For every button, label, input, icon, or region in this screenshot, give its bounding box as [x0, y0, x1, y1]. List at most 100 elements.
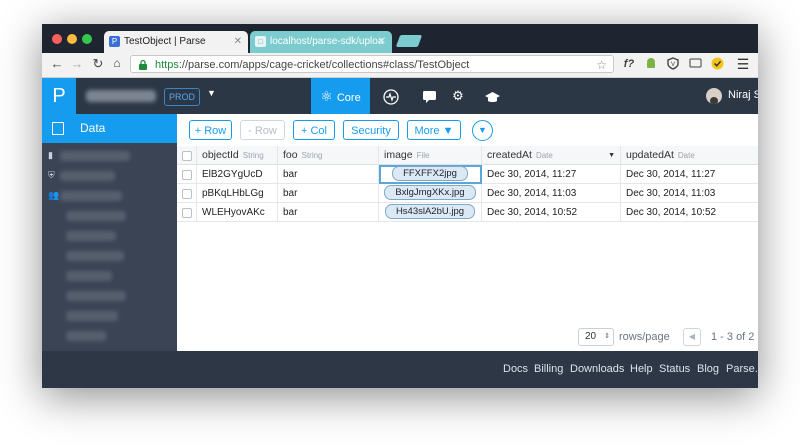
browser-tab-localhost[interactable]: □ localhost/parse-sdk/uploa ✕ — [250, 31, 392, 53]
column-name: updatedAt — [626, 149, 674, 161]
cell-createdat[interactable]: Dec 30, 2014, 11:27 — [482, 165, 621, 184]
footer-link-blog[interactable]: Blog — [697, 363, 719, 375]
menu-icon[interactable]: ☰ — [736, 57, 750, 71]
security-button[interactable]: Security — [343, 120, 399, 140]
class-item-redacted[interactable] — [60, 191, 122, 201]
home-icon[interactable]: ⌂ — [108, 56, 126, 70]
footer-link-parse[interactable]: Parse. — [726, 363, 758, 375]
cell-updatedat[interactable]: Dec 30, 2014, 11:27 — [621, 165, 758, 184]
reload-icon[interactable]: ↻ — [89, 56, 107, 72]
column-name: image — [384, 149, 413, 161]
atom-icon: ⚛ — [320, 88, 333, 104]
column-header-foo[interactable]: foo String — [278, 146, 379, 165]
class-item-redacted[interactable] — [60, 151, 130, 161]
row-checkbox[interactable] — [182, 208, 192, 218]
cell-image[interactable]: FFXFFX2jpg — [379, 165, 482, 184]
filter-icon[interactable]: ▼ — [472, 120, 493, 141]
row-checkbox[interactable] — [182, 189, 192, 199]
row-select-cell — [177, 184, 197, 203]
remove-row-button[interactable]: - Row — [240, 120, 285, 140]
footer-link-status[interactable]: Status — [659, 363, 690, 375]
cell-updatedat[interactable]: Dec 30, 2014, 10:52 — [621, 203, 758, 222]
app-switcher-caret-icon[interactable]: ▼ — [207, 88, 216, 98]
row-select-cell — [177, 203, 197, 222]
add-row-button[interactable]: + Row — [189, 120, 232, 140]
footer-link-docs[interactable]: Docs — [503, 363, 528, 375]
cell-createdat[interactable]: Dec 30, 2014, 10:52 — [482, 203, 621, 222]
parse-favicon-icon: P — [109, 36, 120, 47]
cell-image[interactable]: BxlgJmgXKx.jpg — [379, 184, 482, 203]
select-all-checkbox[interactable] — [182, 151, 192, 161]
cell-foo[interactable]: bar — [278, 165, 379, 184]
column-header-objectid[interactable]: objectId String — [197, 146, 278, 165]
row-select-cell — [177, 165, 197, 184]
cell-objectid[interactable]: ElB2GYgUcD — [197, 165, 278, 184]
row-checkbox[interactable] — [182, 170, 192, 180]
mobile-device-icon[interactable]: ▮ — [48, 150, 53, 161]
cell-createdat[interactable]: Dec 30, 2014, 11:03 — [482, 184, 621, 203]
class-item-redacted[interactable] — [66, 311, 118, 321]
back-arrow-icon[interactable]: ← — [48, 56, 66, 71]
table-row[interactable]: pBKqLHbLGg bar BxlgJmgXKx.jpg Dec 30, 20… — [177, 184, 758, 203]
rows-per-page-select[interactable]: 20 ⇕ — [578, 328, 614, 346]
class-item-redacted[interactable] — [66, 231, 116, 241]
class-item-redacted[interactable] — [66, 291, 126, 301]
environment-badge: PROD — [164, 88, 200, 106]
settings-gear-icon[interactable]: ⚙ — [443, 78, 473, 114]
column-header-updatedat[interactable]: updatedAt Date — [621, 146, 758, 165]
app-name-redacted[interactable] — [86, 90, 156, 102]
new-tab-button[interactable] — [395, 35, 423, 47]
tab-strip: P TestObject | Parse ✕ □ localhost/parse… — [42, 24, 758, 53]
push-notification-icon[interactable] — [414, 78, 444, 114]
sidebar-item-data[interactable]: Data — [42, 114, 177, 143]
column-header-image[interactable]: image File — [379, 146, 482, 165]
more-button[interactable]: More ▼ — [407, 120, 461, 140]
parse-logo[interactable]: P — [42, 78, 76, 114]
table-row[interactable]: ElB2GYgUcD bar FFXFFX2jpg Dec 30, 2014, … — [177, 165, 758, 184]
close-window-button[interactable] — [52, 34, 62, 44]
cell-objectid[interactable]: pBKqLHbLGg — [197, 184, 278, 203]
extension-f-icon[interactable]: f? — [622, 57, 636, 71]
footer-link-help[interactable]: Help — [630, 363, 653, 375]
shield-icon[interactable]: V — [666, 57, 680, 71]
check-icon[interactable] — [710, 57, 724, 71]
table-row[interactable]: WLEHyovAKc bar Hs43slA2bU.jpg Dec 30, 20… — [177, 203, 758, 222]
nav-tab-label: Core — [336, 92, 361, 104]
add-column-button[interactable]: + Col — [293, 120, 335, 140]
shield-small-icon[interactable]: ⛨ — [48, 170, 55, 181]
cell-foo[interactable]: bar — [278, 203, 379, 222]
file-pill[interactable]: FFXFFX2jpg — [392, 166, 468, 181]
browser-window: P TestObject | Parse ✕ □ localhost/parse… — [42, 24, 758, 388]
forward-arrow-icon[interactable]: → — [68, 56, 86, 71]
nav-tab-core[interactable]: ⚛ Core — [311, 78, 370, 114]
cell-image[interactable]: Hs43slA2bU.jpg — [379, 203, 482, 222]
minimize-window-button[interactable] — [67, 34, 77, 44]
android-icon[interactable] — [644, 57, 658, 71]
column-header-createdat[interactable]: createdAt Date ▼ — [482, 146, 621, 165]
file-pill[interactable]: Hs43slA2bU.jpg — [384, 204, 476, 219]
zoom-window-button[interactable] — [82, 34, 92, 44]
cell-updatedat[interactable]: Dec 30, 2014, 11:03 — [621, 184, 758, 203]
footer-link-downloads[interactable]: Downloads — [570, 363, 624, 375]
close-tab-icon[interactable]: ✕ — [378, 31, 386, 53]
class-item-redacted[interactable] — [66, 271, 112, 281]
class-item-redacted[interactable] — [66, 251, 124, 261]
docs-mortarboard-icon[interactable] — [477, 78, 507, 114]
sidebar: Data ▮ ⛨ 👥 — [42, 114, 177, 351]
users-icon[interactable]: 👥 — [48, 190, 59, 201]
previous-page-button[interactable]: ◀ — [683, 328, 701, 346]
cell-objectid[interactable]: WLEHyovAKc — [197, 203, 278, 222]
close-tab-icon[interactable]: ✕ — [234, 31, 242, 53]
file-pill[interactable]: BxlgJmgXKx.jpg — [384, 185, 476, 200]
bookmark-star-icon[interactable]: ☆ — [596, 56, 607, 72]
cast-icon[interactable] — [688, 57, 702, 71]
analytics-icon[interactable] — [376, 78, 406, 114]
class-item-redacted[interactable] — [66, 211, 126, 221]
sort-desc-icon[interactable]: ▼ — [608, 146, 615, 165]
address-bar[interactable]: https://parse.com/apps/cage-cricket/coll… — [130, 55, 614, 73]
cell-foo[interactable]: bar — [278, 184, 379, 203]
browser-tab-testobject[interactable]: P TestObject | Parse ✕ — [104, 31, 248, 53]
class-item-redacted[interactable] — [60, 171, 115, 181]
footer-link-billing[interactable]: Billing — [534, 363, 563, 375]
class-item-redacted[interactable] — [66, 331, 106, 341]
